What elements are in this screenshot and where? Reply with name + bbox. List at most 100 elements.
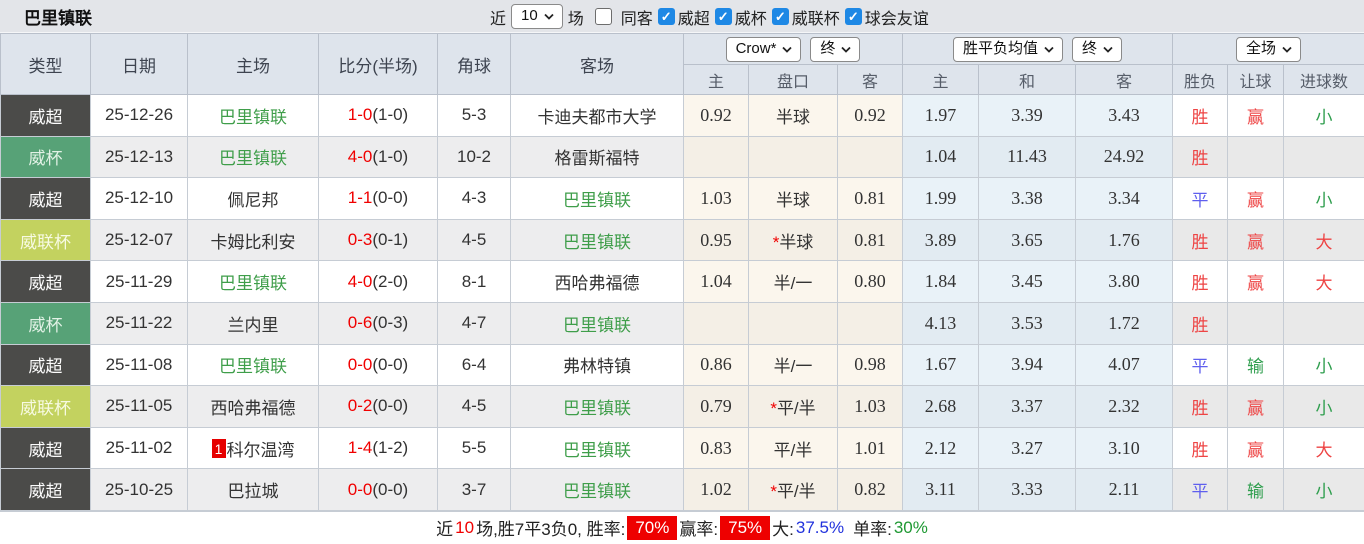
- chevron-down-icon: [1103, 46, 1113, 53]
- home-team-name[interactable]: 佩尼邦: [228, 191, 279, 210]
- halftime-score: (1-0): [372, 146, 409, 166]
- same-opponent-checkbox[interactable]: [594, 8, 612, 25]
- filter-controls: 近 10 场 同客 ✓ 威超 ✓ 威杯 ✓ 威联杯 ✓ 球会友谊: [488, 0, 931, 33]
- rank-badge: 1: [211, 439, 226, 459]
- away-team-name[interactable]: 巴里镇联: [563, 399, 631, 418]
- avg-time-value: 终: [1082, 39, 1098, 57]
- summary-count: 10: [455, 517, 475, 537]
- handicap: 平/半: [748, 426, 838, 470]
- goals-result: 大: [1283, 426, 1364, 470]
- chevron-down-icon: [1044, 46, 1054, 53]
- handicap: [748, 135, 838, 179]
- home-team: 巴里镇联: [187, 94, 319, 137]
- win-rate-badge: 70%: [627, 515, 678, 540]
- home-team-name[interactable]: 巴拉城: [228, 482, 279, 501]
- fulltime-score: 1-1: [347, 188, 373, 208]
- avg-odds-home: 2.12: [902, 426, 980, 470]
- avg-odds-away: 2.32: [1075, 385, 1174, 428]
- home-team-name[interactable]: 卡姆比利安: [211, 233, 296, 252]
- league-filter-checkbox-friendly[interactable]: ✓: [844, 8, 862, 25]
- recent-count-select[interactable]: 10: [511, 4, 563, 29]
- league-filter-checkbox-wlb[interactable]: ✓: [771, 8, 789, 25]
- col-header-handicap: 盘口: [748, 64, 838, 95]
- handicap-star: *: [770, 398, 777, 418]
- top-bar: 巴里镇联 近 10 场 同客 ✓ 威超 ✓ 威杯 ✓ 威联杯 ✓ 球会友谊: [0, 0, 1364, 33]
- halftime-score: (0-3): [372, 313, 409, 333]
- fulltime-score: 0-0: [347, 354, 373, 374]
- league-badge: 威联杯: [0, 385, 91, 428]
- odds-company-select[interactable]: Crow*: [725, 36, 802, 62]
- away-team-name[interactable]: 巴里镇联: [563, 191, 631, 210]
- halftime-score: (1-2): [372, 438, 409, 458]
- home-team: 巴里镇联: [187, 260, 319, 303]
- score: 4-0(1-0): [318, 135, 438, 179]
- away-team-name[interactable]: 巴里镇联: [563, 316, 631, 335]
- home-team-name[interactable]: 巴里镇联: [219, 357, 287, 376]
- league-badge: 威杯: [0, 135, 91, 179]
- league-filter-label-wc: 威超: [677, 10, 710, 28]
- away-team-name[interactable]: 弗林特镇: [563, 357, 631, 376]
- avg-odds-draw: 3.94: [978, 343, 1077, 387]
- handicap-text: 半球: [776, 107, 810, 127]
- away-team: 西哈弗福德: [510, 260, 684, 303]
- away-team-name[interactable]: 巴里镇联: [563, 482, 631, 501]
- handicap-text: 平/半: [776, 398, 816, 418]
- odds-away: 0.80: [836, 260, 904, 303]
- result: 胜: [1172, 260, 1229, 303]
- result-scope-select[interactable]: 全场: [1236, 36, 1302, 62]
- match-row: 威联杯 25-11-05 西哈弗福德 0-2(0-0) 4-5 巴里镇联 0.7…: [0, 385, 1364, 428]
- handicap-result: 赢: [1227, 426, 1285, 470]
- away-team-name[interactable]: 卡迪夫都市大学: [538, 108, 657, 127]
- odds-away: 1.03: [836, 385, 904, 428]
- avg-type-select[interactable]: 胜平负均值: [953, 36, 1064, 62]
- league-filter-checkbox-wc[interactable]: ✓: [657, 8, 675, 25]
- home-team-name[interactable]: 巴里镇联: [219, 274, 287, 293]
- away-team: 巴里镇联: [510, 177, 684, 220]
- halftime-score: (0-0): [372, 188, 409, 208]
- halftime-score: (0-0): [372, 354, 409, 374]
- home-team-name[interactable]: 巴里镇联: [219, 149, 287, 168]
- match-date: 25-11-08: [90, 343, 188, 387]
- odds-time-select[interactable]: 终: [810, 36, 861, 62]
- halftime-score: (0-1): [372, 230, 409, 250]
- away-team-name[interactable]: 巴里镇联: [563, 233, 631, 252]
- home-team-name[interactable]: 兰内里: [228, 316, 279, 335]
- avg-odds-home: 1.97: [902, 94, 980, 137]
- avg-odds-away: 1.72: [1075, 301, 1174, 345]
- chevron-down-icon: [782, 46, 793, 53]
- corners: 4-3: [437, 177, 511, 220]
- away-team: 巴里镇联: [510, 426, 684, 470]
- away-team-name[interactable]: 西哈弗福德: [555, 274, 640, 293]
- handicap: *半球: [748, 218, 838, 262]
- odds-home: [683, 301, 749, 345]
- halftime-score: (0-0): [372, 396, 409, 416]
- home-team-name[interactable]: 西哈弗福德: [211, 399, 296, 418]
- avg-time-select[interactable]: 终: [1072, 36, 1123, 62]
- col-header-date: 日期: [90, 33, 188, 95]
- handicap-rate-label: 赢率:: [679, 520, 719, 540]
- home-team-name[interactable]: 科尔温湾: [227, 441, 295, 460]
- chevron-down-icon: [841, 46, 852, 53]
- league-badge: 威联杯: [0, 218, 91, 262]
- handicap-text: 平/半: [773, 440, 813, 460]
- col-header-odds-home: 主: [683, 64, 749, 95]
- handicap-result: [1227, 135, 1285, 179]
- match-history-table: 类型 日期 主场 比分(半场) 角球 客场 Crow* 终 胜平负均值 终 全场…: [0, 33, 1364, 511]
- league-filter-checkbox-wb[interactable]: ✓: [714, 8, 732, 25]
- odds-home: 0.95: [683, 218, 749, 262]
- goals-result: 小: [1283, 385, 1364, 428]
- handicap: *平/半: [748, 468, 838, 511]
- home-team: 巴里镇联: [187, 135, 319, 179]
- odds-away: [836, 301, 904, 345]
- odds-group-header: Crow* 终: [682, 33, 904, 65]
- col-header-handicap-result: 让球: [1227, 64, 1285, 95]
- col-header-avg-draw: 和: [978, 64, 1077, 95]
- chevron-down-icon: [1282, 46, 1292, 53]
- home-team: 巴拉城: [187, 468, 319, 511]
- home-team: 巴里镇联: [187, 343, 319, 387]
- away-team-name[interactable]: 格雷斯福特: [555, 149, 640, 168]
- home-team-name[interactable]: 巴里镇联: [219, 108, 287, 127]
- handicap-text: 半球: [776, 190, 810, 210]
- away-team-name[interactable]: 巴里镇联: [563, 441, 631, 460]
- handicap-result: 赢: [1227, 94, 1285, 137]
